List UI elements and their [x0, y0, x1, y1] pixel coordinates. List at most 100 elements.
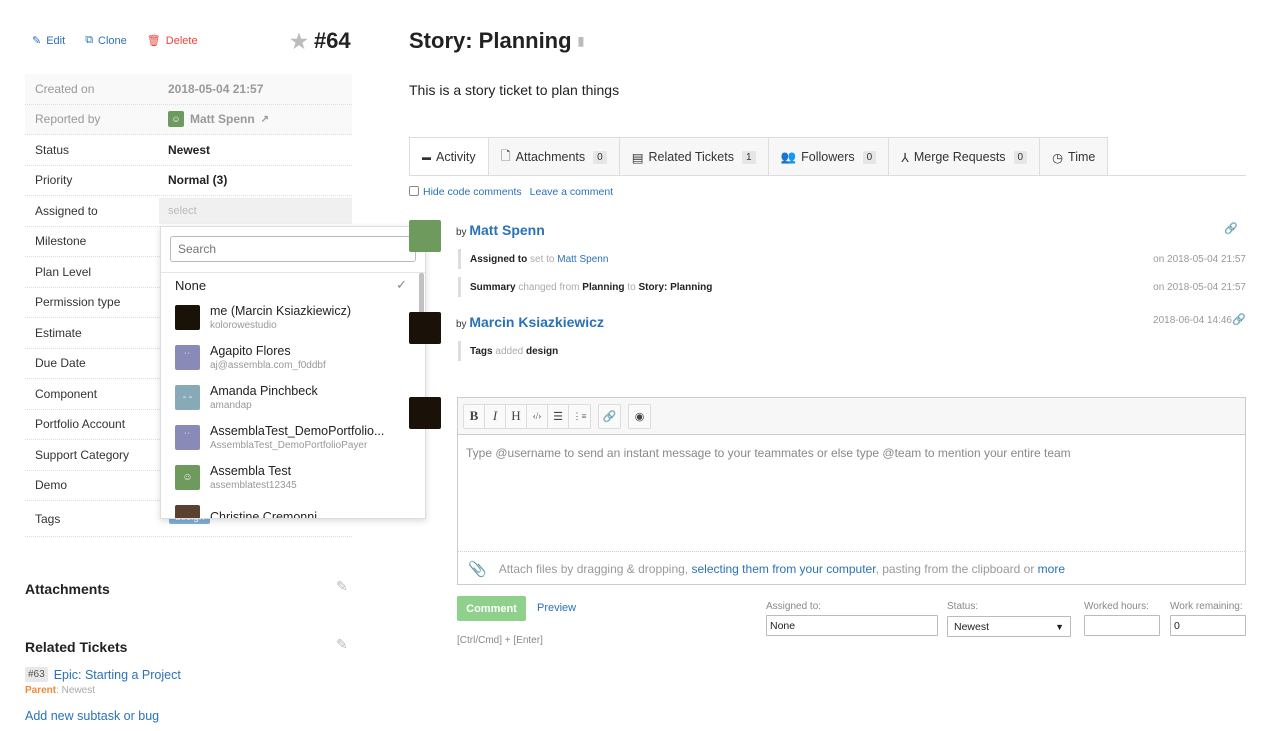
reporter-link[interactable]: Matt Spenn	[190, 112, 255, 126]
heading-button[interactable]: H	[506, 404, 527, 428]
avatar	[409, 397, 441, 429]
author-link[interactable]: Matt Spenn	[469, 222, 544, 238]
tab-related-tickets[interactable]: ▤ Related Tickets 1	[618, 137, 769, 176]
file-icon: 🗋	[500, 148, 511, 163]
leave-comment-link[interactable]: Leave a comment	[530, 186, 613, 198]
status-label: Status:	[947, 601, 979, 612]
checkbox[interactable]	[409, 186, 419, 196]
prop-assigned: Assigned to select	[25, 196, 352, 227]
permalink-icon[interactable]: 🔗	[1232, 313, 1246, 326]
avatar: - -	[175, 384, 200, 410]
activity-options: Hide code comments Leave a comment	[409, 186, 613, 198]
avatar: ˙˙	[175, 344, 200, 370]
clock-icon: ◷	[1052, 150, 1064, 165]
option-none[interactable]: None ✓	[161, 273, 425, 297]
option-user[interactable]: me (Marcin Ksiazkiewicz) kolorowestudio	[161, 297, 425, 337]
avatar: ☺	[168, 111, 184, 128]
worked-label: Worked hours:	[1084, 601, 1149, 612]
ticket-actions: ✎ Edit ⧉ Clone 🗑 Delete	[32, 34, 198, 47]
italic-button[interactable]: I	[485, 404, 506, 428]
numbered-list-icon[interactable]: ☰	[548, 404, 569, 428]
comment-icon: ▬	[422, 152, 431, 162]
star-icon[interactable]: ★	[290, 29, 308, 54]
option-user[interactable]: Christine Cremonni	[161, 497, 425, 518]
worked-hours-input[interactable]	[1084, 615, 1160, 636]
edit-attachments-icon[interactable]: ✎	[336, 578, 348, 595]
assigned-label: Assigned to:	[766, 601, 822, 612]
check-icon: ✓	[396, 277, 407, 292]
ticket-number: ★ #64	[290, 28, 351, 54]
merge-icon: ⅄	[901, 150, 909, 165]
related-heading: Related Tickets	[25, 639, 128, 655]
bold-button[interactable]: B	[464, 404, 485, 428]
edit-related-icon[interactable]: ✎	[336, 636, 348, 653]
bullet-list-icon[interactable]: ⋮≡	[569, 405, 590, 428]
option-user[interactable]: - - Amanda Pinchbeck amandap	[161, 377, 425, 417]
permalink-icon[interactable]: 🔗	[1224, 222, 1238, 235]
avatar	[409, 220, 441, 252]
shortcut-hint: [Ctrl/Cmd] + [Enter]	[457, 635, 543, 646]
comment-textarea[interactable]: Type @username to send an instant messag…	[466, 446, 1071, 460]
related-ticket: #63 Epic: Starting a Project	[25, 667, 181, 682]
option-user[interactable]: ˙˙ AssemblaTest_DemoPortfolio... AssemblaT…	[161, 417, 425, 457]
related-ticket-link[interactable]: Epic: Starting a Project	[54, 668, 181, 682]
delete-button[interactable]: 🗑 Delete	[146, 34, 198, 48]
search-input[interactable]	[170, 236, 416, 262]
remaining-label: Work remaining:	[1170, 601, 1243, 612]
avatar	[175, 304, 200, 330]
clone-button[interactable]: ⧉ Clone	[85, 34, 127, 47]
comment-button[interactable]: Comment	[457, 596, 526, 621]
tab-attachments[interactable]: 🗋 Attachments 0	[487, 137, 620, 176]
assigned-select[interactable]: select	[159, 197, 352, 224]
edit-button[interactable]: ✎ Edit	[32, 34, 65, 48]
attach-files: 📎 Attach files by dragging & dropping, s…	[458, 551, 1245, 585]
tab-time[interactable]: ◷ Time	[1039, 137, 1109, 176]
avatar	[409, 312, 441, 344]
option-user[interactable]: ☺ Assembla Test assemblatest12345	[161, 457, 425, 497]
copy-icon[interactable]: ▮	[578, 34, 585, 48]
more-link[interactable]: more	[1038, 562, 1065, 576]
prop-status[interactable]: Status Newest	[25, 135, 352, 166]
link-icon[interactable]: 🔗	[599, 405, 620, 428]
activity-change: Tags added design	[458, 341, 558, 361]
comment-editor: B I H ‹/› ☰ ⋮≡ 🔗 ◉ Type @username to sen…	[457, 397, 1246, 585]
tab-activity[interactable]: ▬ Activity	[409, 137, 489, 176]
caret-down-icon: ▼	[1055, 621, 1064, 632]
tab-merge-requests[interactable]: ⅄ Merge Requests 0	[888, 137, 1041, 176]
assignee-dropdown: None✓ me (Marcin Ksiazkiewicz)kolorowest…	[160, 226, 426, 519]
activity-date: 2018-06-04 14:46	[1153, 315, 1232, 326]
eye-icon[interactable]: ◉	[629, 405, 650, 428]
trash-icon: 🗑	[146, 35, 161, 47]
work-remaining-input[interactable]: 0	[1170, 615, 1246, 636]
pencil-icon: ✎	[32, 35, 42, 47]
prop-created: Created on 2018-05-04 21:57	[25, 74, 352, 105]
avatar: ˙˙	[175, 424, 200, 450]
select-files-link[interactable]: selecting them from your computer	[691, 562, 875, 576]
list-icon: ▤	[631, 150, 644, 165]
add-subtask-link[interactable]: Add new subtask or bug	[25, 709, 159, 723]
option-user[interactable]: ˙˙ Agapito Flores aj@assembla.com_f0ddbf	[161, 337, 425, 377]
avatar: ☺	[175, 464, 200, 490]
assigned-field[interactable]: None	[766, 615, 938, 636]
editor-toolbar: B I H ‹/› ☰ ⋮≡ 🔗 ◉	[458, 398, 1245, 435]
tab-followers[interactable]: 👥 Followers 0	[767, 137, 890, 176]
page-title: Story: Planning ▮	[409, 28, 585, 53]
attachments-heading: Attachments	[25, 581, 110, 597]
code-icon[interactable]: ‹/›	[527, 404, 548, 428]
user-link[interactable]: Matt Spenn	[557, 254, 608, 265]
prop-priority[interactable]: Priority Normal (3)	[25, 166, 352, 196]
hide-code-comments-toggle[interactable]: Hide code comments	[409, 186, 522, 198]
clone-icon: ⧉	[85, 34, 94, 46]
activity-author: by Marcin Ksiazkiewicz	[456, 314, 604, 330]
author-link[interactable]: Marcin Ksiazkiewicz	[469, 314, 604, 330]
external-link-icon[interactable]: ↗	[261, 114, 269, 125]
paperclip-icon: 📎	[468, 560, 487, 578]
tabs: ▬ Activity 🗋 Attachments 0 ▤ Related Tickets…	[409, 137, 1109, 176]
activity-change: Assigned to set to Matt Spenn on 2018-05-…	[458, 249, 1246, 269]
status-select[interactable]: Newest ▼	[947, 616, 1071, 637]
activity-change: Summary changed from Planning to Story: …	[458, 277, 1246, 297]
prop-reported: Reported by ☺ Matt Spenn ↗	[25, 104, 352, 135]
ticket-description: This is a story ticket to plan things	[409, 82, 620, 98]
preview-link[interactable]: Preview	[537, 602, 576, 614]
avatar	[175, 504, 200, 518]
